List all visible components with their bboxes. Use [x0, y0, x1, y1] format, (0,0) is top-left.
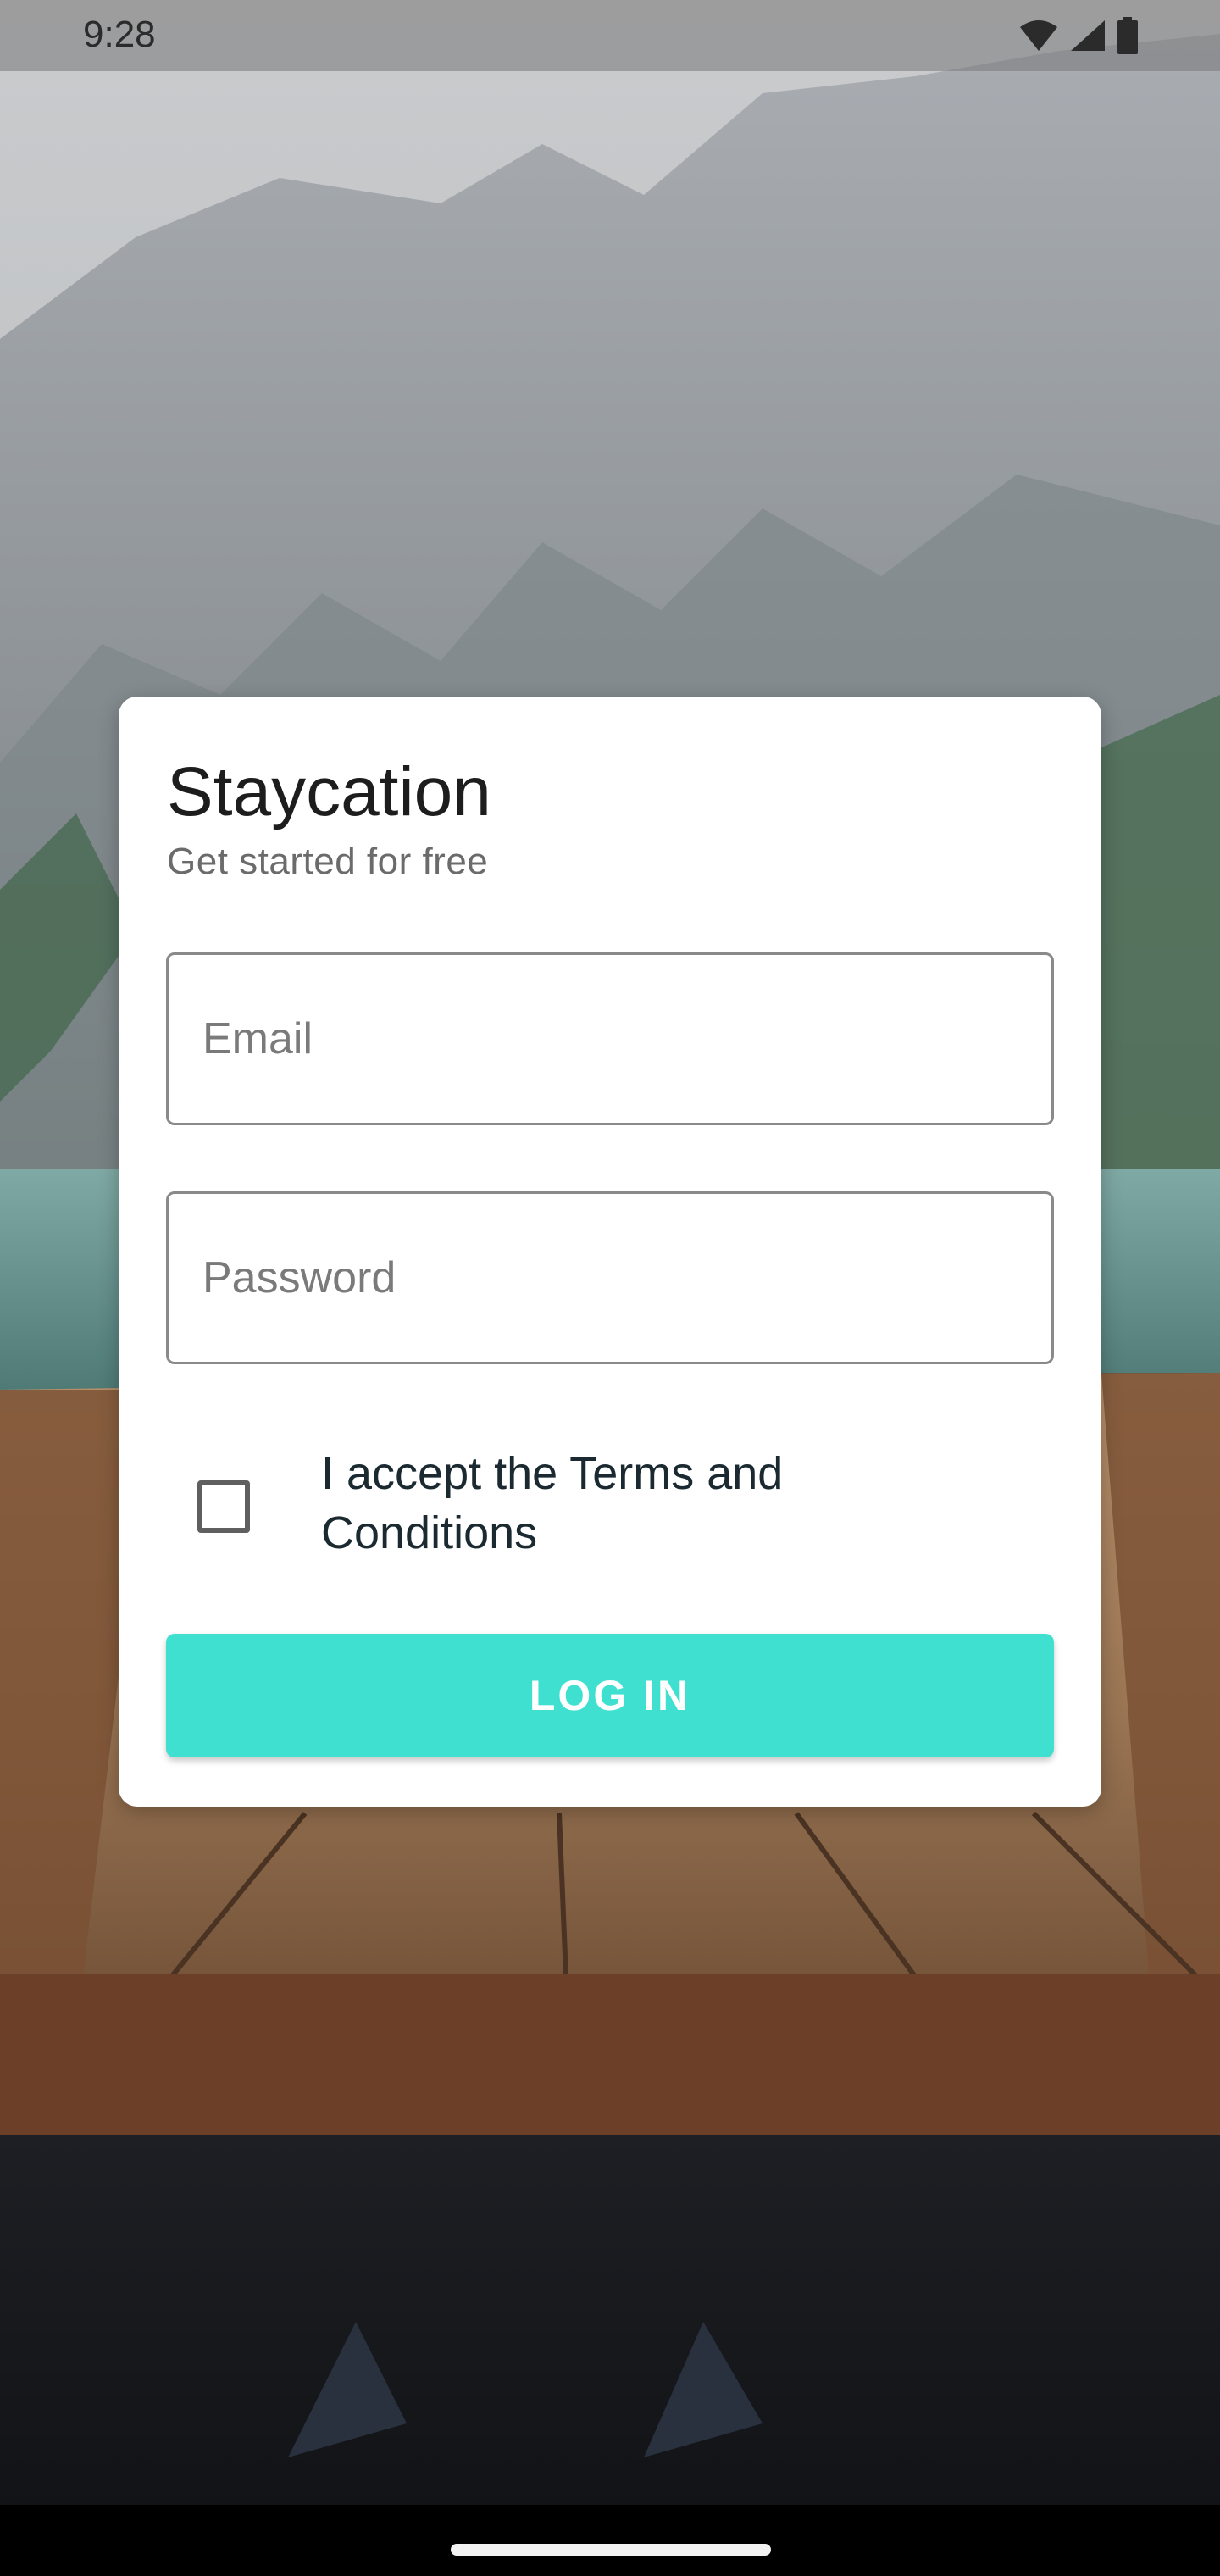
email-field[interactable]: [166, 952, 1054, 1125]
login-screen: 9:28 Staycation Get started for free I: [0, 0, 1220, 2576]
terms-label[interactable]: I accept the Terms and Conditions: [321, 1444, 999, 1563]
status-bar: 9:28: [0, 0, 1220, 71]
status-time: 9:28: [83, 14, 156, 55]
signup-card: Staycation Get started for free I accept…: [119, 697, 1101, 1807]
wifi-icon: [1020, 20, 1057, 51]
battery-icon: [1117, 17, 1138, 54]
status-icons: [1018, 17, 1139, 54]
app-title: Staycation: [167, 753, 491, 830]
password-field[interactable]: [166, 1191, 1054, 1364]
terms-row[interactable]: I accept the Terms and Conditions: [166, 1442, 1054, 1569]
navigation-bar: [0, 2505, 1220, 2576]
email-input[interactable]: [169, 955, 1051, 1123]
app-subtitle: Get started for free: [167, 841, 489, 882]
terms-checkbox[interactable]: [197, 1480, 250, 1533]
password-input[interactable]: [169, 1194, 1051, 1362]
home-indicator[interactable]: [451, 2544, 771, 2556]
signal-icon: [1071, 20, 1105, 51]
login-button[interactable]: LOG IN: [166, 1634, 1054, 1757]
